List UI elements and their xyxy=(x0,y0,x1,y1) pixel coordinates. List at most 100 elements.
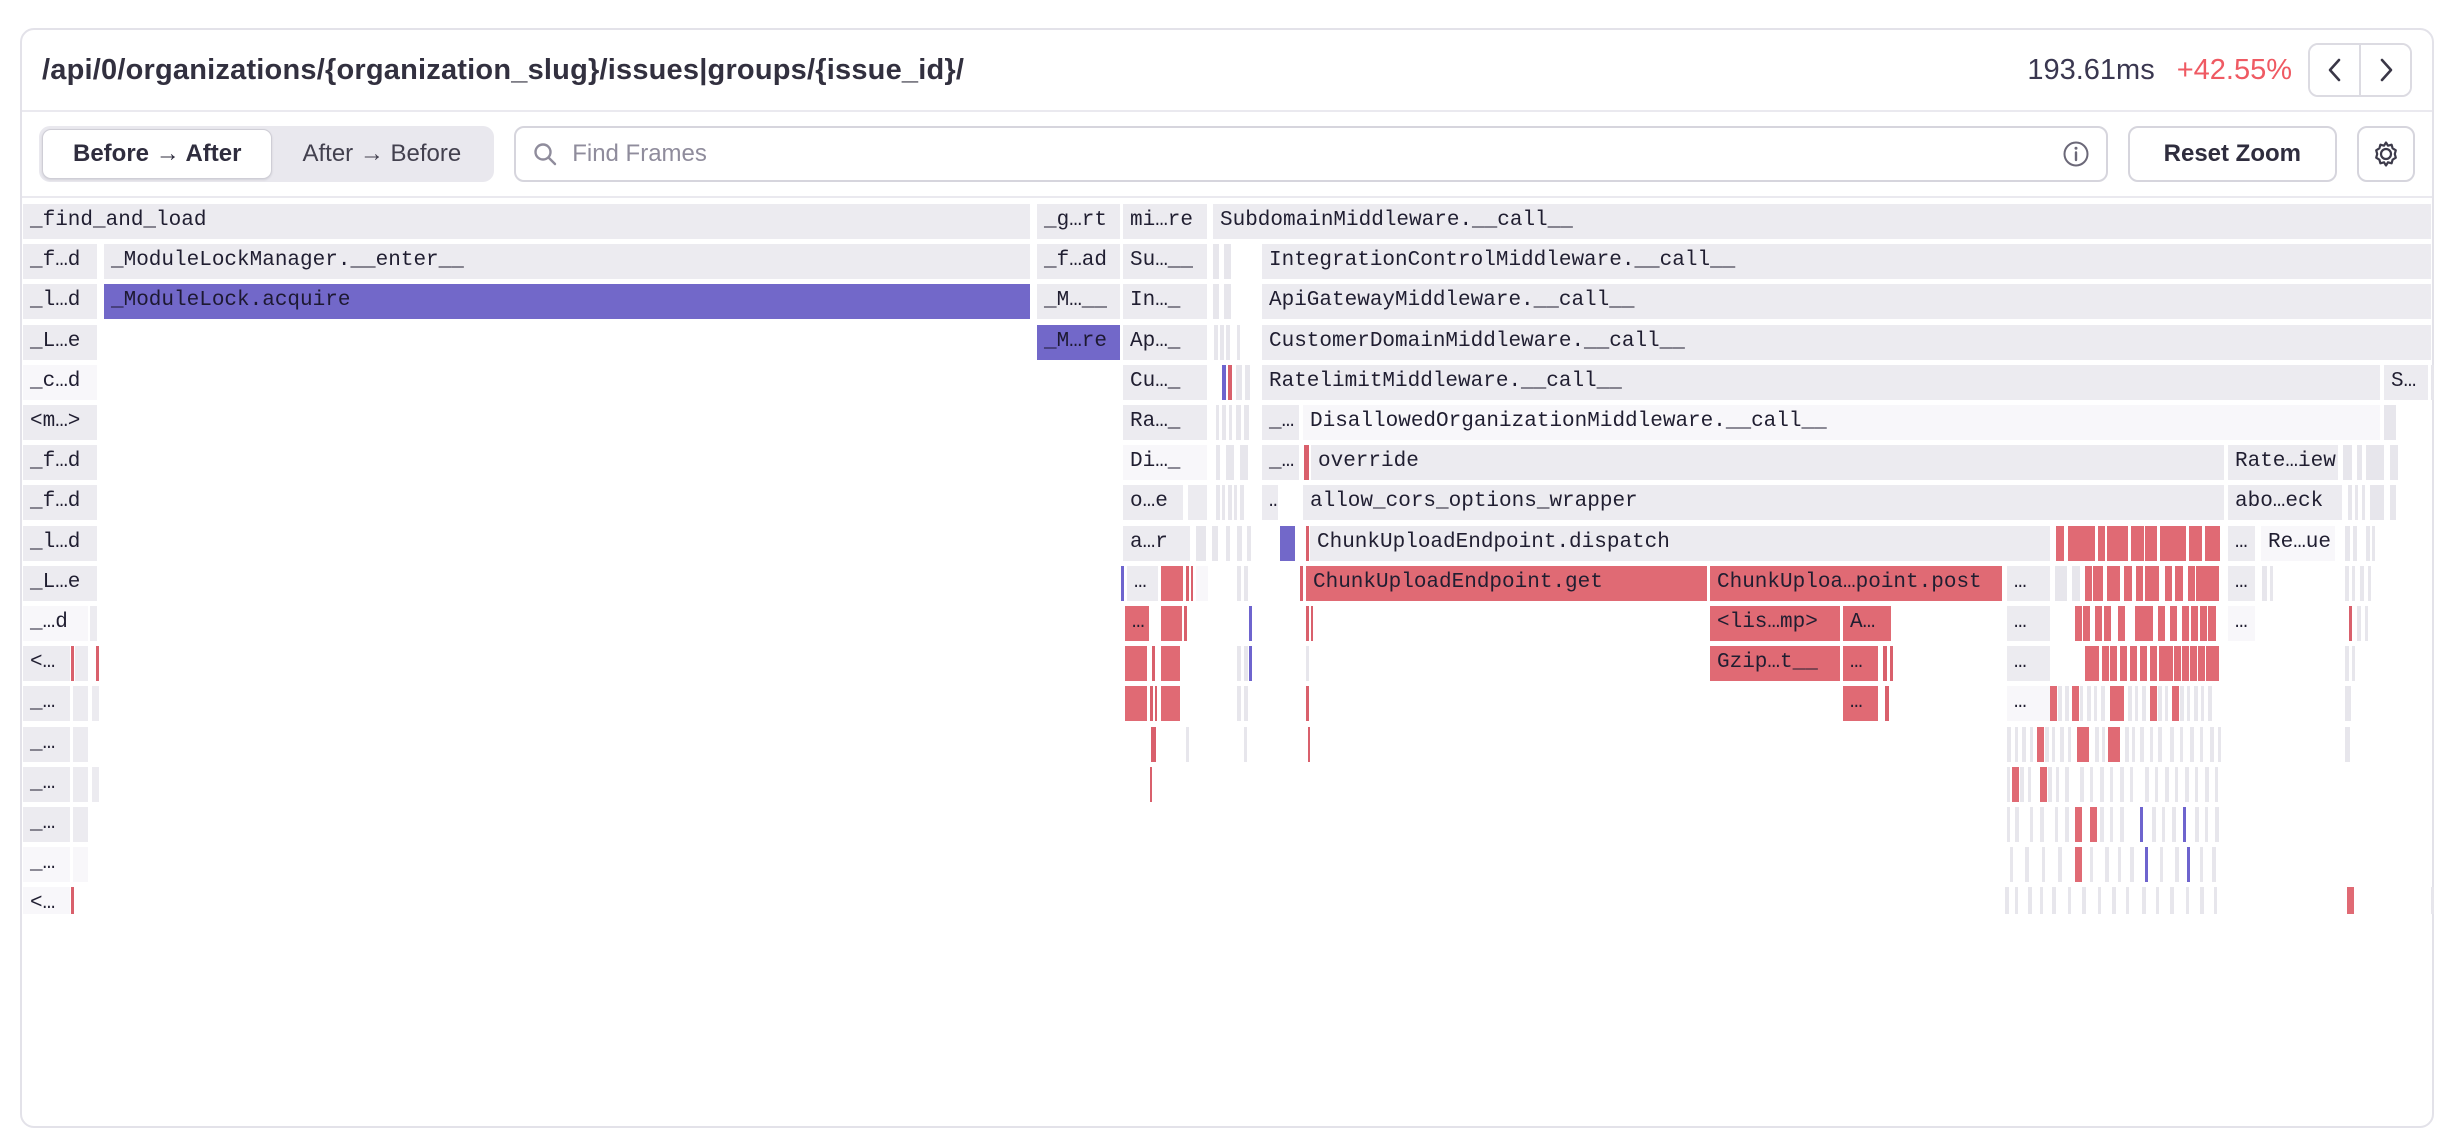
flame-frame-sliver[interactable] xyxy=(2098,526,2105,561)
flame-frame-sliver[interactable] xyxy=(1152,646,1155,681)
flame-frame[interactable]: Rate…iew xyxy=(2228,445,2338,480)
flame-frame-sliver[interactable] xyxy=(1216,405,1219,440)
flame-frame-sliver[interactable] xyxy=(2160,526,2167,561)
flame-frame-sliver[interactable] xyxy=(2120,807,2124,842)
flame-frame-sliver[interactable] xyxy=(2196,566,2203,601)
flame-frame[interactable]: _f…d xyxy=(23,445,97,480)
flame-frame-sliver[interactable] xyxy=(71,887,74,914)
flame-frame-sliver[interactable] xyxy=(2195,767,2198,802)
flame-frame-sliver[interactable] xyxy=(2075,606,2082,641)
flame-frame-sliver[interactable] xyxy=(2118,606,2125,641)
flame-frame[interactable]: ChunkUploa…point.post xyxy=(1710,566,2002,601)
flame-frame[interactable]: CustomerDomainMiddleware.__call__ xyxy=(1262,325,2431,360)
flame-frame-sliver[interactable] xyxy=(2055,566,2067,601)
flame-frame-sliver[interactable] xyxy=(2172,526,2186,561)
flame-frame-sliver[interactable] xyxy=(2384,405,2396,440)
flame-frame-sliver[interactable] xyxy=(2208,606,2216,641)
flame-frame-sliver[interactable] xyxy=(2349,606,2352,641)
flame-frame-sliver[interactable] xyxy=(1226,526,1230,561)
flame-frame-sliver[interactable] xyxy=(1249,606,1252,641)
flame-frame-sliver[interactable] xyxy=(2366,445,2384,480)
flame-frame[interactable]: In…_ xyxy=(1123,284,1207,319)
flame-frame-sliver[interactable] xyxy=(73,807,88,842)
flame-frame-sliver[interactable] xyxy=(1237,325,1240,360)
flame-frame-sliver[interactable] xyxy=(2366,526,2370,561)
flame-frame-sliver[interactable] xyxy=(2152,807,2156,842)
flame-frame-sliver[interactable] xyxy=(2194,526,2202,561)
flame-frame-sliver[interactable] xyxy=(2130,767,2133,802)
flame-frame-sliver[interactable] xyxy=(1191,566,1193,601)
flame-frame-sliver[interactable] xyxy=(2345,566,2349,601)
flame-frame-sliver[interactable] xyxy=(2140,646,2147,681)
flame-frame-sliver[interactable] xyxy=(2214,887,2217,914)
flame-frame-sliver[interactable] xyxy=(2101,686,2105,721)
flame-frame-sliver[interactable] xyxy=(2137,526,2144,561)
flame-frame-sliver[interactable] xyxy=(2028,767,2031,802)
flame-frame-sliver[interactable] xyxy=(2212,847,2216,882)
flame-frame-sliver[interactable] xyxy=(2130,646,2137,681)
flame-frame-sliver[interactable] xyxy=(2015,807,2019,842)
flame-frame-sliver[interactable] xyxy=(1222,405,1226,440)
flame-frame-sliver[interactable] xyxy=(1883,646,1887,681)
flame-frame-sliver[interactable] xyxy=(2028,887,2032,914)
flame-frame[interactable]: … xyxy=(2007,566,2050,601)
flame-frame[interactable]: _… xyxy=(23,807,70,842)
flame-frame[interactable]: allow_cors_options_wrapper xyxy=(1303,485,2224,520)
flame-frame-sliver[interactable] xyxy=(2095,727,2099,762)
flame-frame-sliver[interactable] xyxy=(1213,284,1219,319)
flame-frame-sliver[interactable] xyxy=(1228,485,1232,520)
flame-frame-sliver[interactable] xyxy=(1244,405,1249,440)
flame-frame-sliver[interactable] xyxy=(2345,646,2349,681)
flame-frame-sliver[interactable] xyxy=(2158,606,2165,641)
flame-frame[interactable]: … xyxy=(1262,485,1278,520)
flame-frame-sliver[interactable] xyxy=(2110,646,2117,681)
flame-frame-sliver[interactable] xyxy=(1306,526,1309,561)
flame-frame-sliver[interactable] xyxy=(2209,566,2219,601)
flame-frame-sliver[interactable] xyxy=(2068,727,2071,762)
flame-frame-sliver[interactable] xyxy=(1214,325,1218,360)
flamegraph-canvas[interactable]: _find_and_load_g…rtmi…reSubdomainMiddlew… xyxy=(0,0,2458,914)
flame-frame-sliver[interactable] xyxy=(1196,566,1208,601)
flame-frame-sliver[interactable] xyxy=(2094,686,2097,721)
flame-frame-sliver[interactable] xyxy=(2182,606,2189,641)
flame-frame-sliver[interactable] xyxy=(2085,566,2092,601)
flame-frame-sliver[interactable] xyxy=(1125,686,1147,721)
flame-frame-sliver[interactable] xyxy=(2200,887,2204,914)
flame-frame-sliver[interactable] xyxy=(2200,847,2203,882)
flame-frame-sliver[interactable] xyxy=(1196,526,1206,561)
flame-frame-sliver[interactable] xyxy=(2072,566,2080,601)
flame-frame[interactable]: Ap…_ xyxy=(1123,325,1207,360)
flame-frame-sliver[interactable] xyxy=(2104,606,2111,641)
flame-frame-sliver[interactable] xyxy=(1240,445,1248,480)
flame-frame-sliver[interactable] xyxy=(1237,566,1241,601)
flame-frame-sliver[interactable] xyxy=(2345,526,2350,561)
flame-frame-sliver[interactable] xyxy=(2201,686,2204,721)
flame-frame-sliver[interactable] xyxy=(1226,445,1234,480)
flame-frame-sliver[interactable] xyxy=(2160,847,2163,882)
flame-frame-sliver[interactable] xyxy=(2158,686,2162,721)
flame-frame-sliver[interactable] xyxy=(2182,646,2189,681)
flame-frame[interactable]: _L…e xyxy=(23,325,97,360)
flame-frame-sliver[interactable] xyxy=(1226,325,1230,360)
flame-frame-sliver[interactable] xyxy=(2155,767,2158,802)
flame-frame[interactable]: _L…e xyxy=(23,566,97,601)
flame-frame[interactable]: _ModuleLockManager.__enter__ xyxy=(104,244,1030,279)
flame-frame[interactable]: _…d xyxy=(23,606,88,641)
flame-frame[interactable]: … xyxy=(1843,686,1878,721)
flame-frame-sliver[interactable] xyxy=(2090,807,2097,842)
flame-frame-sliver[interactable] xyxy=(2048,767,2052,802)
flame-frame-sliver[interactable] xyxy=(2145,847,2148,882)
flame-frame-sliver[interactable] xyxy=(1244,727,1247,762)
flame-frame-sliver[interactable] xyxy=(2112,526,2128,561)
flame-frame-sliver[interactable] xyxy=(2174,646,2181,681)
flame-frame-sliver[interactable] xyxy=(2056,526,2064,561)
flame-frame-sliver[interactable] xyxy=(2140,807,2143,842)
flame-frame-sliver[interactable] xyxy=(2162,807,2165,842)
flame-frame-sliver[interactable] xyxy=(2212,646,2219,681)
flame-frame-sliver[interactable] xyxy=(73,727,88,762)
flame-frame-sliver[interactable] xyxy=(2353,526,2357,561)
flame-frame-sliver[interactable] xyxy=(2007,727,2011,762)
flame-frame-sliver[interactable] xyxy=(1161,646,1180,681)
flame-frame-sliver[interactable] xyxy=(2095,606,2102,641)
flame-frame-sliver[interactable] xyxy=(1212,526,1218,561)
